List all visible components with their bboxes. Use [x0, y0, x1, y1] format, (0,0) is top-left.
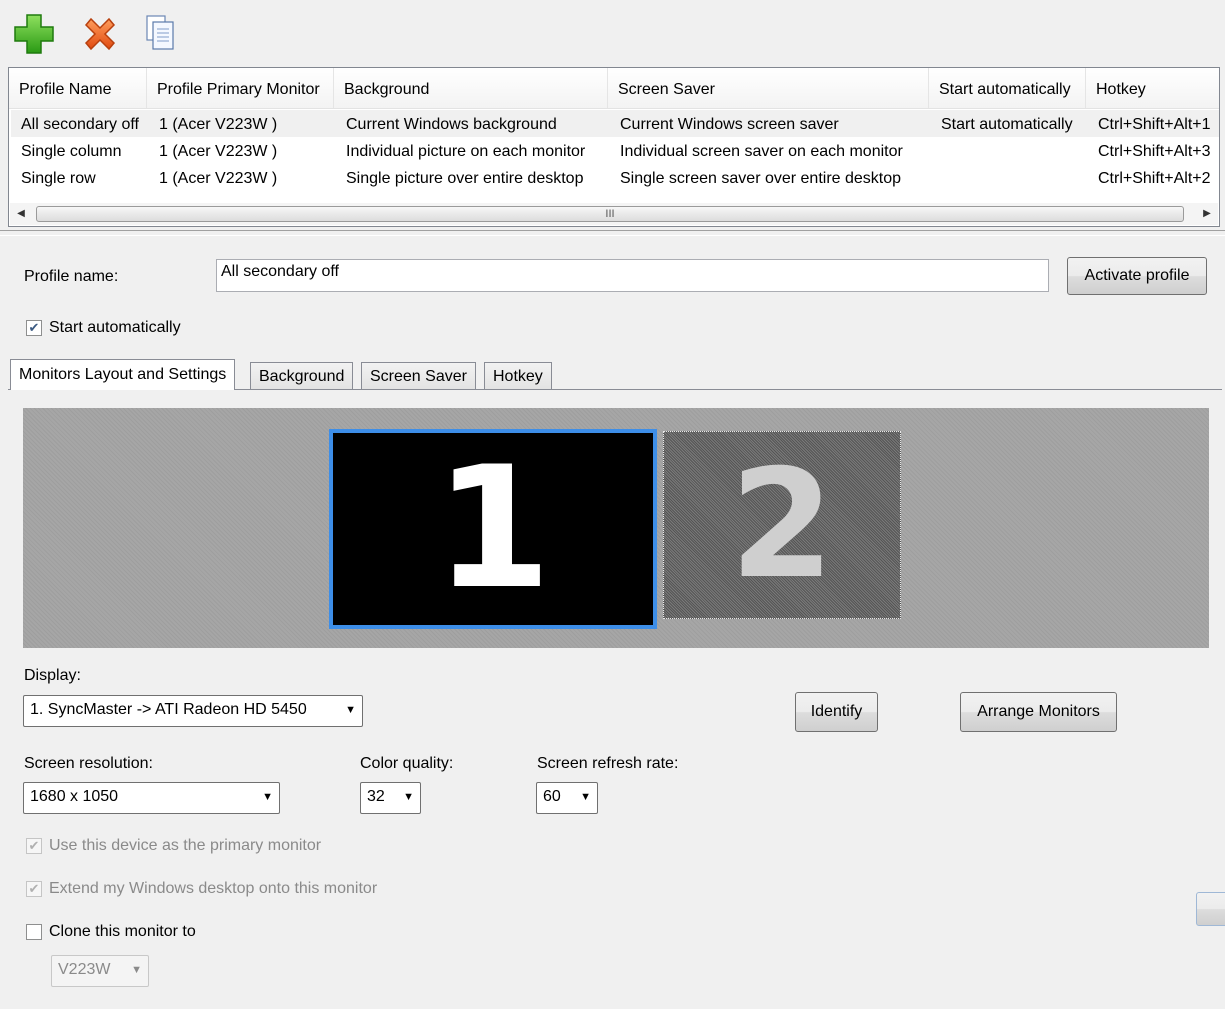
- display-label: Display:: [24, 667, 81, 684]
- table-header: Profile Name Profile Primary Monitor Bac…: [9, 68, 1219, 109]
- profile-name-input[interactable]: All secondary off: [216, 259, 1049, 292]
- color-quality-label: Color quality:: [360, 755, 454, 772]
- identify-button[interactable]: Identify: [795, 692, 878, 732]
- cell-background: Current Windows background: [346, 116, 557, 133]
- horizontal-scrollbar[interactable]: ◀ III ▶: [10, 203, 1218, 225]
- column-header-start-automatically[interactable]: Start automatically: [929, 68, 1086, 108]
- profile-name-label: Profile name:: [24, 268, 119, 285]
- scroll-left-arrow-icon[interactable]: ◀: [14, 207, 28, 221]
- screen-resolution-select[interactable]: 1680 x 1050 ▼: [23, 782, 280, 814]
- cell-hotkey: Ctrl+Shift+Alt+3: [1098, 143, 1211, 160]
- add-profile-plus-icon[interactable]: [12, 12, 56, 56]
- scrollbar-thumb[interactable]: III: [36, 206, 1184, 222]
- column-header-hotkey[interactable]: Hotkey: [1086, 68, 1219, 108]
- cell-primary-monitor: 1 (Acer V223W ): [159, 143, 278, 160]
- cell-screen-saver: Individual screen saver on each monitor: [620, 143, 903, 160]
- cell-start-automatically: [931, 137, 1088, 164]
- delete-profile-x-icon[interactable]: [78, 12, 122, 56]
- copy-profile-icon[interactable]: [144, 12, 180, 56]
- clone-monitor-label: Clone this monitor to: [49, 923, 196, 940]
- monitor-1[interactable]: 1: [329, 429, 657, 629]
- screen-resolution-value: 1680 x 1050: [30, 788, 119, 805]
- cell-background: Individual picture on each monitor: [346, 143, 586, 160]
- chevron-down-icon: ▼: [403, 791, 414, 803]
- clone-target-select[interactable]: V223W ▼: [51, 955, 149, 987]
- primary-monitor-label: Use this device as the primary monitor: [49, 837, 322, 854]
- column-header-screen-saver[interactable]: Screen Saver: [608, 68, 929, 108]
- monitor-2[interactable]: 2: [663, 431, 901, 619]
- arrange-monitors-button[interactable]: Arrange Monitors: [960, 692, 1117, 732]
- color-quality-value: 32: [367, 788, 385, 805]
- tab-background[interactable]: Background: [250, 362, 354, 389]
- display-select[interactable]: 1. SyncMaster -> ATI Radeon HD 5450 ▼: [23, 695, 363, 727]
- splitter[interactable]: [0, 230, 1225, 236]
- cell-primary-monitor: 1 (Acer V223W ): [159, 116, 278, 133]
- cell-screen-saver: Single screen saver over entire desktop: [620, 170, 902, 187]
- screen-resolution-label: Screen resolution:: [24, 755, 153, 772]
- column-header-background[interactable]: Background: [334, 68, 608, 108]
- chevron-down-icon: ▼: [345, 704, 356, 716]
- scroll-grip: III: [605, 208, 615, 220]
- profiles-table[interactable]: Profile Name Profile Primary Monitor Bac…: [8, 67, 1220, 227]
- monitor-layout-panel: 1 2: [23, 408, 1209, 648]
- screen-refresh-rate-value: 60: [543, 788, 561, 805]
- extend-desktop-checkbox[interactable]: ✔: [26, 881, 42, 897]
- start-automatically-checkbox[interactable]: ✔: [26, 320, 42, 336]
- chevron-down-icon: ▼: [262, 791, 273, 803]
- column-header-primary-monitor[interactable]: Profile Primary Monitor: [147, 68, 334, 108]
- tab-monitors-layout[interactable]: Monitors Layout and Settings: [10, 359, 236, 390]
- chevron-down-icon: ▼: [580, 791, 591, 803]
- clone-target-value: V223W: [58, 961, 111, 978]
- tab-hotkey[interactable]: Hotkey: [484, 362, 552, 389]
- cell-profile-name: Single row: [21, 170, 96, 187]
- cell-start-automatically: Start automatically: [941, 116, 1073, 133]
- chevron-down-icon: ▼: [131, 964, 142, 976]
- cell-profile-name: Single column: [21, 143, 122, 160]
- cell-primary-monitor: 1 (Acer V223W ): [159, 170, 278, 187]
- cell-background: Single picture over entire desktop: [346, 170, 584, 187]
- cell-profile-name: All secondary off: [21, 116, 139, 133]
- cell-start-automatically: [931, 164, 1088, 191]
- extend-desktop-label: Extend my Windows desktop onto this moni…: [49, 880, 378, 897]
- cell-hotkey: Ctrl+Shift+Alt+1: [1098, 116, 1211, 133]
- screen-refresh-rate-select[interactable]: 60 ▼: [536, 782, 598, 814]
- cell-screen-saver: Current Windows screen saver: [620, 116, 839, 133]
- primary-monitor-checkbox[interactable]: ✔: [26, 838, 42, 854]
- table-row[interactable]: Single row 1 (Acer V223W ) Single pictur…: [11, 164, 1219, 191]
- display-select-value: 1. SyncMaster -> ATI Radeon HD 5450: [30, 701, 307, 718]
- table-row[interactable]: Single column 1 (Acer V223W ) Individual…: [11, 137, 1219, 164]
- offscreen-button[interactable]: [1196, 892, 1225, 926]
- color-quality-select[interactable]: 32 ▼: [360, 782, 421, 814]
- column-header-profile-name[interactable]: Profile Name: [9, 68, 147, 108]
- table-row[interactable]: All secondary off 1 (Acer V223W ) Curren…: [11, 110, 1219, 137]
- scroll-right-arrow-icon[interactable]: ▶: [1200, 207, 1214, 221]
- screen-refresh-rate-label: Screen refresh rate:: [537, 755, 679, 772]
- activate-profile-button[interactable]: Activate profile: [1067, 257, 1207, 295]
- cell-hotkey: Ctrl+Shift+Alt+2: [1098, 170, 1211, 187]
- tab-screen-saver[interactable]: Screen Saver: [361, 362, 476, 389]
- clone-monitor-checkbox[interactable]: [26, 924, 42, 940]
- start-automatically-label: Start automatically: [49, 319, 181, 336]
